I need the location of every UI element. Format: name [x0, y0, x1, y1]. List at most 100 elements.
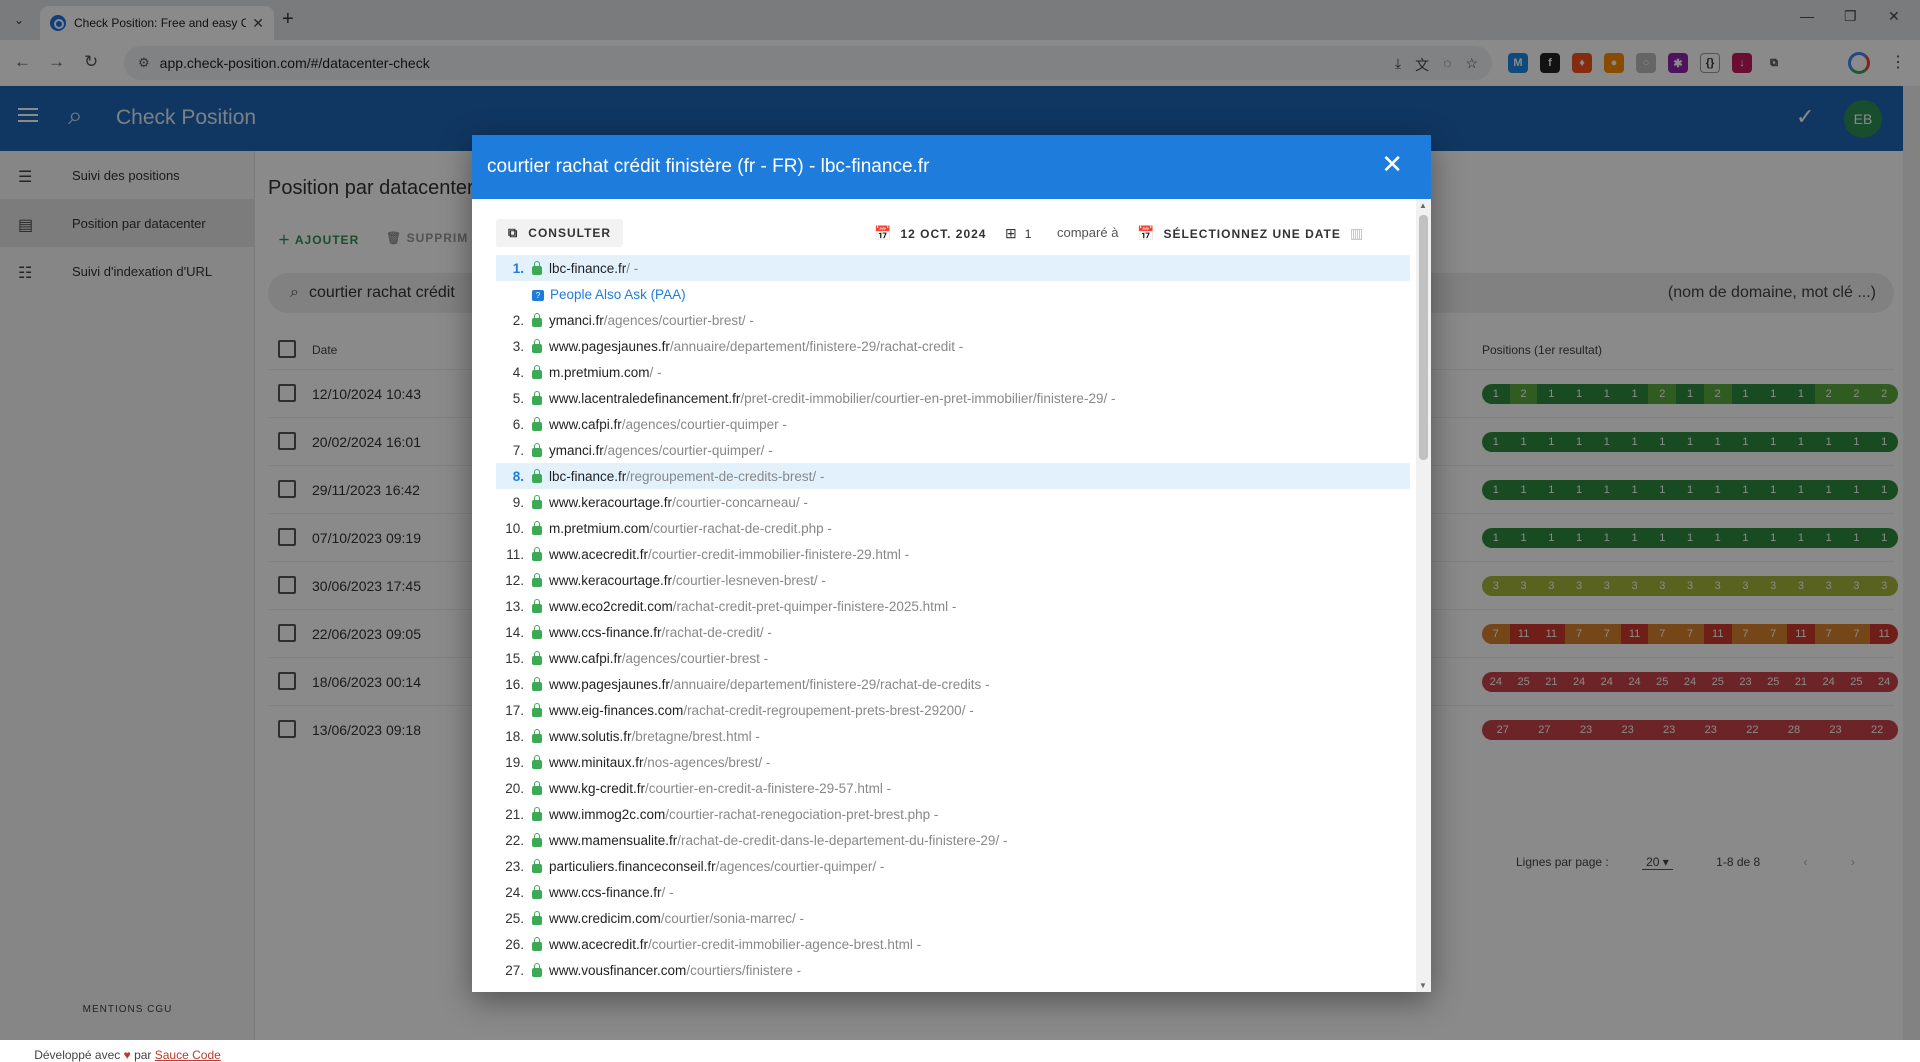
open-external-icon: ⧉ [508, 225, 519, 240]
result-path: /regroupement-de-credits-brest/ - [626, 468, 825, 484]
result-domain: www.solutis.fr [549, 728, 632, 744]
result-item[interactable]: 13. www.eco2credit.com/rachat-credit-pret… [496, 593, 1410, 619]
result-domain: www.minitaux.fr [549, 754, 644, 770]
modal-scrollbar[interactable]: ▲ ▼ [1416, 199, 1431, 992]
chart-icon[interactable]: ▥ [1350, 225, 1363, 242]
result-rank: 23. [505, 858, 524, 874]
result-path: /courtier-credit-immobilier-finistere-29… [648, 546, 910, 562]
result-path: /courtier-rachat-de-credit.php - [649, 520, 832, 536]
consult-button[interactable]: ⧉ CONSULTER [496, 219, 624, 247]
result-rank: 15. [505, 650, 524, 666]
result-item[interactable]: 26. www.acecredit.fr/courtier-credit-immo… [496, 931, 1410, 957]
result-domain: www.eig-finances.com [549, 702, 684, 718]
paa-item[interactable]: ? People Also Ask (PAA) [496, 281, 1410, 307]
result-rank: 3. [512, 338, 524, 354]
result-item[interactable]: 10. m.pretmium.com/courtier-rachat-de-cre… [496, 515, 1410, 541]
result-domain: www.acecredit.fr [549, 546, 649, 562]
compare-label: comparé à [1057, 225, 1119, 240]
scroll-up-icon[interactable]: ▲ [1419, 201, 1427, 210]
result-item[interactable]: 6. www.cafpi.fr/agences/courtier-quimper … [496, 411, 1410, 437]
result-domain: m.pretmium.com [549, 364, 650, 380]
result-rank: 14. [505, 624, 524, 640]
result-item[interactable]: 9. www.keracourtage.fr/courtier-concarnea… [496, 489, 1410, 515]
result-item[interactable]: 1. lbc-finance.fr / - [496, 255, 1410, 281]
result-path: / - [626, 260, 639, 276]
lock-icon [532, 676, 542, 691]
result-path: /courtier/sonia-marrec/ - [660, 910, 805, 926]
result-domain: www.cafpi.fr [549, 416, 622, 432]
result-domain: ymanci.fr [549, 312, 604, 328]
result-item[interactable]: 8. lbc-finance.fr/regroupement-de-credits… [496, 463, 1410, 489]
sitemap-icon: ⊞ [1005, 225, 1017, 241]
result-item[interactable]: 19. www.minitaux.fr/nos-agences/brest/ - [496, 749, 1410, 775]
lock-icon [532, 858, 542, 873]
result-item[interactable]: 22. www.mamensualite.fr/rachat-de-credit-… [496, 827, 1410, 853]
result-domain: www.pagesjaunes.fr [549, 338, 670, 354]
result-item[interactable]: 17. www.eig-finances.com/rachat-credit-re… [496, 697, 1410, 723]
result-item[interactable]: 5. www.lacentraledefinancement.fr/pret-cr… [496, 385, 1410, 411]
result-item[interactable]: 25. www.credicim.com/courtier/sonia-marre… [496, 905, 1410, 931]
result-path: /courtier-credit-immobilier-agence-brest… [648, 936, 922, 952]
lock-icon [532, 624, 542, 639]
result-item[interactable]: 24. www.ccs-finance.fr / - [496, 879, 1410, 905]
result-domain: www.cafpi.fr [549, 650, 622, 666]
result-path: /courtier-en-credit-a-finistere-29-57.ht… [645, 780, 892, 796]
result-path: /agences/courtier-brest/ - [603, 312, 754, 328]
result-domain: www.lacentraledefinancement.fr [549, 390, 741, 406]
scroll-thumb[interactable] [1419, 215, 1428, 460]
result-rank: 2. [512, 312, 524, 328]
lock-icon [532, 728, 542, 743]
result-rank: 26. [505, 936, 524, 952]
result-item[interactable]: 20. www.kg-credit.fr/courtier-en-credit-a… [496, 775, 1410, 801]
result-rank: 4. [512, 364, 524, 380]
result-path: /agences/courtier-quimper/ - [603, 442, 773, 458]
date-picker[interactable]: 📅 12 OCT. 2024 [874, 225, 986, 242]
result-path: /courtier-concarneau/ - [672, 494, 808, 510]
lock-icon [532, 260, 542, 275]
modal-toolbar: ⧉ CONSULTER 📅 12 OCT. 2024 ⊞ 1 comparé à 📅… [472, 199, 1416, 255]
result-rank: 13. [505, 598, 524, 614]
compare-date-picker[interactable]: 📅 SÉLECTIONNEZ UNE DATE [1137, 225, 1341, 242]
lock-icon [532, 780, 542, 795]
result-item[interactable]: 11. www.acecredit.fr/courtier-credit-immo… [496, 541, 1410, 567]
sauce-code-link[interactable]: Sauce Code [155, 1048, 221, 1062]
result-item[interactable]: 18. www.solutis.fr/bretagne/brest.html - [496, 723, 1410, 749]
result-domain: ymanci.fr [549, 442, 604, 458]
result-path: /agences/courtier-quimper - [621, 416, 787, 432]
result-item[interactable]: 21. www.immog2c.com/courtier-rachat-reneg… [496, 801, 1410, 827]
result-rank: 5. [512, 390, 524, 406]
lock-icon [532, 936, 542, 951]
lock-icon [532, 520, 542, 535]
result-item[interactable]: 16. www.pagesjaunes.fr/annuaire/departeme… [496, 671, 1410, 697]
scroll-down-icon[interactable]: ▼ [1419, 981, 1427, 990]
result-path: /bretagne/brest.html - [631, 728, 760, 744]
result-rank: 12. [505, 572, 524, 588]
result-path: /agences/courtier-quimper/ - [715, 858, 885, 874]
result-item[interactable]: 27. www.vousfinancer.com/courtiers/finist… [496, 957, 1410, 983]
result-item[interactable]: 7. ymanci.fr/agences/courtier-quimper/ - [496, 437, 1410, 463]
result-domain: particuliers.financeconseil.fr [549, 858, 716, 874]
result-item[interactable]: 14. www.ccs-finance.fr/rachat-de-credit/ … [496, 619, 1410, 645]
result-domain: www.immog2c.com [549, 806, 666, 822]
calendar-icon: 📅 [874, 225, 893, 241]
result-domain: www.credicim.com [549, 910, 661, 926]
result-item[interactable]: 2. ymanci.fr/agences/courtier-brest/ - [496, 307, 1410, 333]
datacenter-selector[interactable]: ⊞ 1 [1005, 225, 1031, 242]
result-domain: www.keracourtage.fr [549, 494, 673, 510]
result-item[interactable]: 4. m.pretmium.com / - [496, 359, 1410, 385]
result-path: /nos-agences/brest/ - [643, 754, 771, 770]
result-item[interactable]: 23. particuliers.financeconseil.fr/agence… [496, 853, 1410, 879]
result-rank: 16. [505, 676, 524, 692]
result-item[interactable]: 15. www.cafpi.fr/agences/courtier-brest - [496, 645, 1410, 671]
result-rank: 6. [512, 416, 524, 432]
result-domain: www.keracourtage.fr [549, 572, 673, 588]
results-list: 1. lbc-finance.fr / -? People Also Ask (PAA… [496, 255, 1410, 989]
lock-icon [532, 468, 542, 483]
result-item[interactable]: 3. www.pagesjaunes.fr/annuaire/departemen… [496, 333, 1410, 359]
result-domain: www.acecredit.fr [549, 936, 649, 952]
question-icon: ? [532, 289, 544, 301]
result-item[interactable]: 12. www.keracourtage.fr/courtier-lesneven… [496, 567, 1410, 593]
close-icon[interactable]: ✕ [1381, 149, 1403, 180]
lock-icon [532, 364, 542, 379]
paa-label: People Also Ask (PAA) [550, 286, 686, 302]
